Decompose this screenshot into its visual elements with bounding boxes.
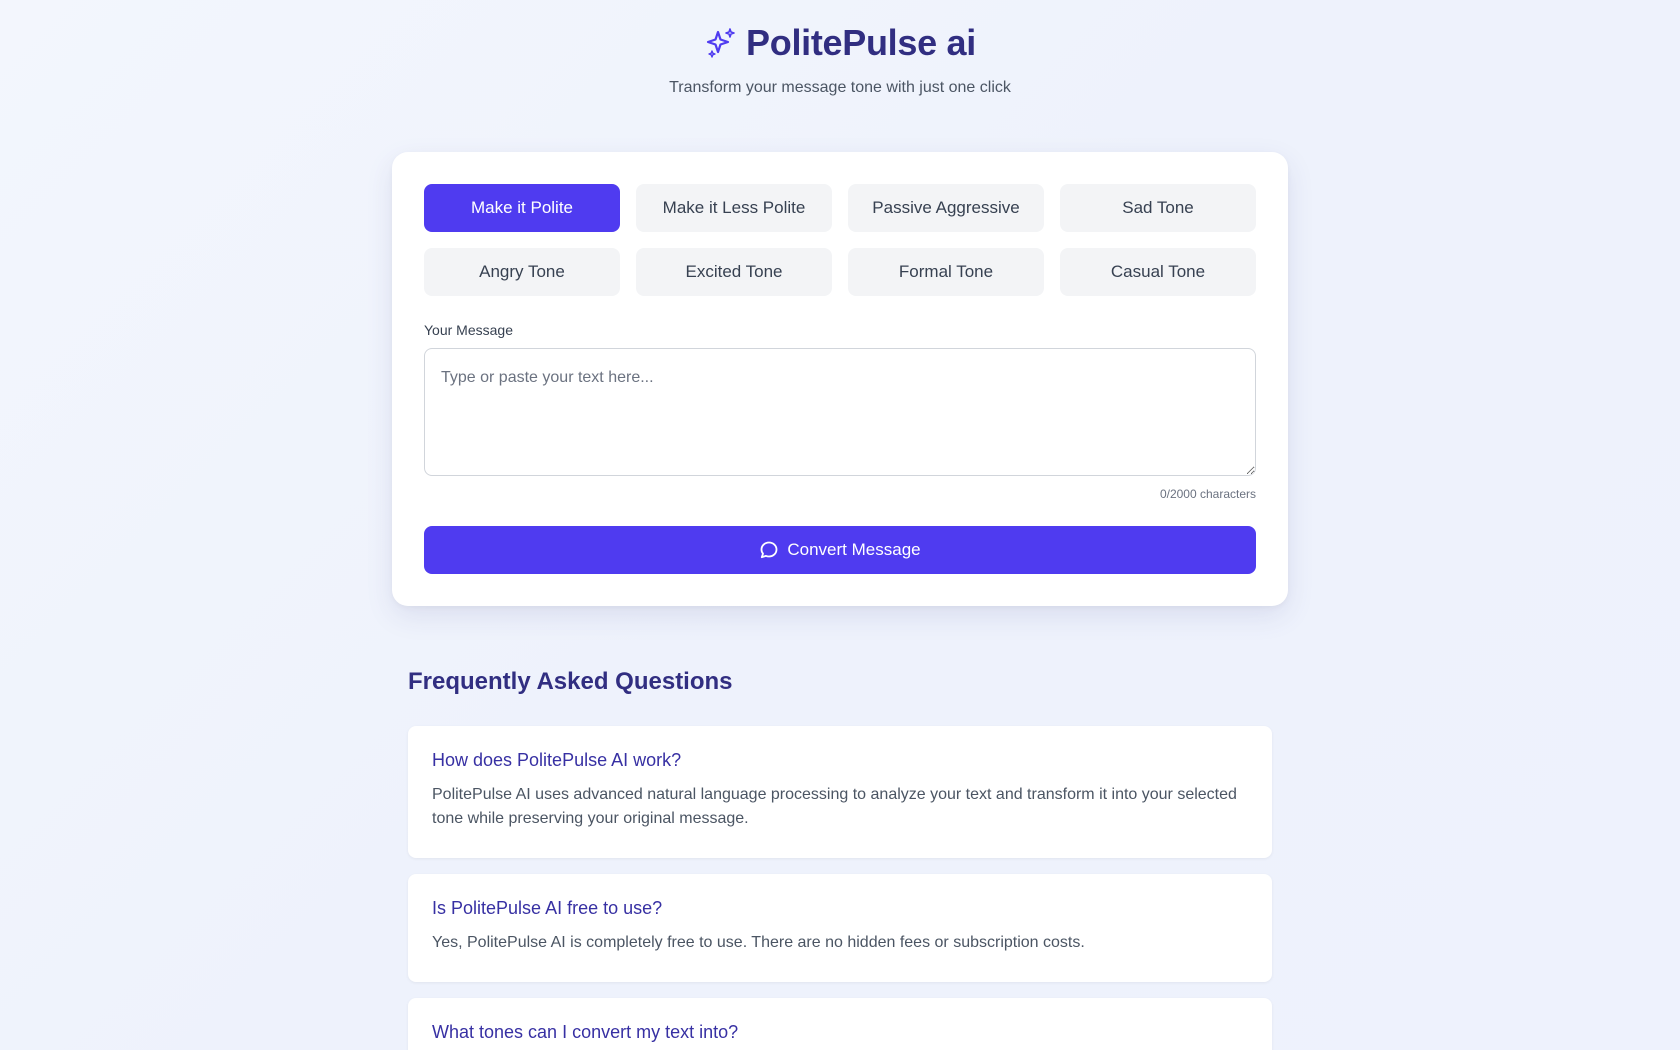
character-count: 0/2000 characters <box>1159 487 1256 501</box>
faq-question: How does PolitePulse AI work? <box>432 750 682 770</box>
converter-card: Make it Polite Make it Less Polite Passi… <box>392 152 1288 606</box>
convert-message-button[interactable]: Convert Message <box>424 526 1256 574</box>
tone-selector: Make it Polite Make it Less Polite Passi… <box>424 184 1256 296</box>
page: PolitePulse ai Transform your message to… <box>0 0 1680 1050</box>
faq-question: Is PolitePulse AI free to use? <box>432 898 663 918</box>
brand: PolitePulse ai <box>704 22 976 64</box>
tone-button-casual[interactable]: Casual Tone <box>1060 248 1256 296</box>
tone-button-make-it-polite[interactable]: Make it Polite <box>424 184 620 232</box>
chat-bubble-icon <box>759 540 779 560</box>
faq-section: Frequently Asked Questions How does Poli… <box>408 668 1272 1050</box>
convert-button-label: Convert Message <box>787 540 921 559</box>
faq-item: How does PolitePulse AI work? PolitePuls… <box>408 726 1272 858</box>
tone-button-excited[interactable]: Excited Tone <box>636 248 832 296</box>
faq-answer: PolitePulse AI uses advanced natural lan… <box>432 786 1237 827</box>
tone-button-make-it-less-polite[interactable]: Make it Less Polite <box>636 184 832 232</box>
faq-answer: Yes, PolitePulse AI is completely free t… <box>432 934 1085 951</box>
app-title: PolitePulse ai <box>746 22 976 63</box>
tone-button-sad[interactable]: Sad Tone <box>1060 184 1256 232</box>
faq-item: What tones can I convert my text into? <box>408 998 1272 1050</box>
tone-button-passive-aggressive[interactable]: Passive Aggressive <box>848 184 1044 232</box>
faq-question: What tones can I convert my text into? <box>432 1022 739 1042</box>
faq-title: Frequently Asked Questions <box>408 668 733 695</box>
sparkles-icon <box>704 26 738 60</box>
header: PolitePulse ai Transform your message to… <box>0 22 1680 97</box>
tone-button-angry[interactable]: Angry Tone <box>424 248 620 296</box>
tone-button-formal[interactable]: Formal Tone <box>848 248 1044 296</box>
message-input[interactable] <box>424 348 1256 476</box>
faq-item: Is PolitePulse AI free to use? Yes, Poli… <box>408 874 1272 982</box>
message-label: Your Message <box>424 322 513 338</box>
tagline: Transform your message tone with just on… <box>669 79 1011 96</box>
